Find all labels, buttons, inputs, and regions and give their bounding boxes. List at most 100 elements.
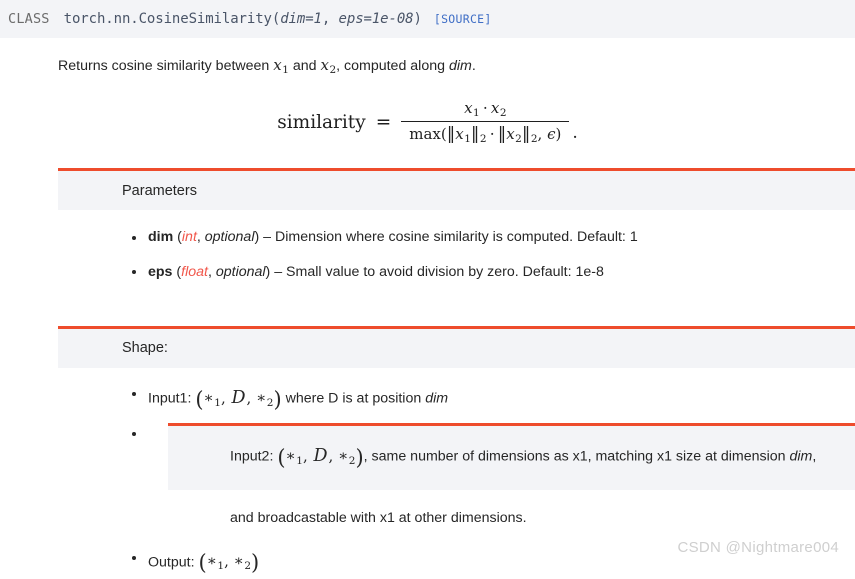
documentation-content: Returns cosine similarity between x1 and… (0, 54, 855, 579)
signature-param-dim: dim=1 (280, 11, 322, 27)
denominator-norm1-order: 2 (479, 133, 487, 146)
formula-fraction: x1 ⋅ x2 max(‖x1‖2 ⋅ ‖x2‖2, ϵ) (401, 99, 570, 146)
parameter-open-paren: ( (173, 229, 182, 246)
output-star2-subscript: 2 (244, 560, 252, 573)
output-separator: , (224, 552, 234, 571)
input2-continuation-text: and broadcastable with x1 at other dimen… (230, 510, 527, 527)
shape-section-title: Shape: (122, 340, 168, 357)
numerator-dot-operator: ⋅ (482, 98, 488, 117)
parameters-list: dim (int, optional) – Dimension where co… (128, 227, 855, 283)
input1-separator-2: , (246, 388, 257, 407)
similarity-formula-container: similarity = x1 ⋅ x2 max(‖x1‖2 ⋅ ‖x2‖2, ϵ) . (0, 99, 855, 146)
output-open-paren: ( (198, 550, 207, 575)
output-shape-math: (∗1, ∗2) (198, 551, 259, 575)
formula-denominator: max(‖x1‖2 ⋅ ‖x2‖2, ϵ) (401, 122, 569, 146)
input2-star2: ∗ (338, 446, 349, 465)
parameters-section-title: Parameters (122, 182, 197, 199)
input2-star1-subscript: 1 (296, 455, 303, 468)
formula-left-hand-side: similarity (277, 111, 366, 133)
denominator-x1-subscript: 1 (464, 133, 471, 146)
input2-tail-end: , (812, 449, 817, 466)
input1-open-paren: ( (195, 386, 204, 411)
class-description: Returns cosine similarity between x1 and… (58, 54, 855, 79)
input1-tail-text: where D is at position (281, 390, 426, 407)
input2-label: Input2: (230, 449, 278, 466)
input1-star2: ∗ (256, 388, 267, 407)
description-x1-subscript: 1 (282, 63, 289, 76)
denominator-comma: , (537, 125, 548, 144)
input2-close-paren: ) (355, 445, 364, 470)
denominator-dot-operator: ⋅ (489, 125, 495, 144)
denominator-epsilon: ϵ (547, 125, 556, 144)
signature-open-paren: ( (271, 11, 281, 27)
denominator-x2-subscript: 2 (515, 133, 522, 146)
formula-numerator: x1 ⋅ x2 (456, 99, 514, 121)
input2-tail-text: , same number of dimensions as x1, match… (363, 449, 790, 466)
list-item: Input1: (∗1, D, ∗2) where D is at positi… (128, 384, 855, 416)
output-star2: ∗ (233, 552, 244, 571)
input1-star1: ∗ (203, 388, 214, 407)
input1-label: Input1: (148, 390, 196, 407)
list-item: dim (int, optional) – Dimension where co… (128, 227, 855, 248)
denominator-close-paren: ) (555, 125, 562, 144)
signature-param-separator: , (321, 11, 339, 27)
numerator-x2-subscript: 2 (499, 106, 507, 119)
numerator-x1-symbol: x (464, 98, 473, 117)
class-module-path: torch.nn.CosineSimilarity (63, 11, 272, 27)
description-dim-emphasis: dim (448, 58, 472, 74)
description-x1-symbol: x (273, 56, 282, 74)
shape-section-header: Shape: (58, 325, 855, 368)
denominator-norm1-open: ‖ (446, 124, 456, 145)
class-signature-bar: CLASS torch.nn.CosineSimilarity(dim=1, e… (0, 0, 855, 38)
list-item: Input2: (∗1, D, ∗2), same number of dime… (128, 423, 855, 529)
output-close-paren: ) (251, 550, 260, 575)
parameter-optional-flag: optional (204, 229, 255, 246)
input1-dimension-symbol: D (231, 387, 246, 408)
parameter-name: dim (148, 229, 174, 246)
output-star1: ∗ (206, 552, 217, 571)
parameter-optional-flag: optional (215, 263, 266, 280)
description-suffix: , computed along (336, 58, 449, 74)
input1-close-paren: ) (273, 386, 282, 411)
input2-shape-math: (∗1, D, ∗2) (277, 445, 363, 469)
parameter-type-separator: , (207, 263, 216, 280)
signature-close-paren: ) (413, 11, 422, 27)
watermark: CSDN @Nightmare004 (677, 539, 839, 556)
denominator-x2-symbol: x (506, 125, 515, 144)
description-conjunction: and (288, 58, 321, 74)
formula-trailing-period: . (572, 123, 578, 144)
input2-star1: ∗ (285, 446, 296, 465)
denominator-norm2-open: ‖ (497, 124, 507, 145)
input1-dim-emphasis: dim (425, 390, 449, 407)
input2-separator-2: , (328, 447, 339, 466)
input2-open-paren: ( (277, 445, 286, 470)
parameter-name: eps (148, 263, 173, 280)
description-x2-symbol: x (320, 56, 329, 74)
similarity-formula: similarity = x1 ⋅ x2 max(‖x1‖2 ⋅ ‖x2‖2, ϵ) . (277, 99, 578, 146)
parameter-open-paren: ( (172, 263, 182, 280)
output-label: Output: (148, 554, 199, 571)
denominator-norm2-order: 2 (530, 133, 538, 146)
input1-shape-math: (∗1, D, ∗2) (195, 387, 281, 411)
numerator-x1-subscript: 1 (473, 106, 480, 119)
class-signature-text: torch.nn.CosineSimilarity(dim=1, eps=1e-… (64, 11, 422, 27)
signature-param-eps: eps=1e-08 (338, 11, 414, 27)
parameter-type: int (181, 229, 197, 246)
parameter-type: float (181, 263, 208, 280)
input2-dim-emphasis: dim (789, 449, 813, 466)
parameters-section-header: Parameters (58, 168, 855, 211)
input1-star1-subscript: 1 (214, 396, 221, 409)
list-item: eps (float, optional) – Small value to a… (128, 262, 855, 283)
denominator-x1-symbol: x (455, 125, 464, 144)
input2-dimension-symbol: D (313, 446, 328, 467)
output-star1-subscript: 1 (217, 560, 225, 573)
parameter-description: – Small value to avoid division by zero.… (270, 263, 604, 280)
input2-highlight-box: Input2: (∗1, D, ∗2), same number of dime… (168, 423, 855, 491)
source-link[interactable]: [SOURCE] (434, 12, 492, 26)
formula-equals-sign: = (375, 111, 392, 133)
parameter-description: – Dimension where cosine similarity is c… (259, 229, 638, 246)
parameter-type-separator: , (196, 229, 205, 246)
description-prefix: Returns cosine similarity between (58, 58, 274, 74)
denominator-max-operator: max (409, 125, 441, 144)
class-kind-label: CLASS (8, 11, 50, 27)
